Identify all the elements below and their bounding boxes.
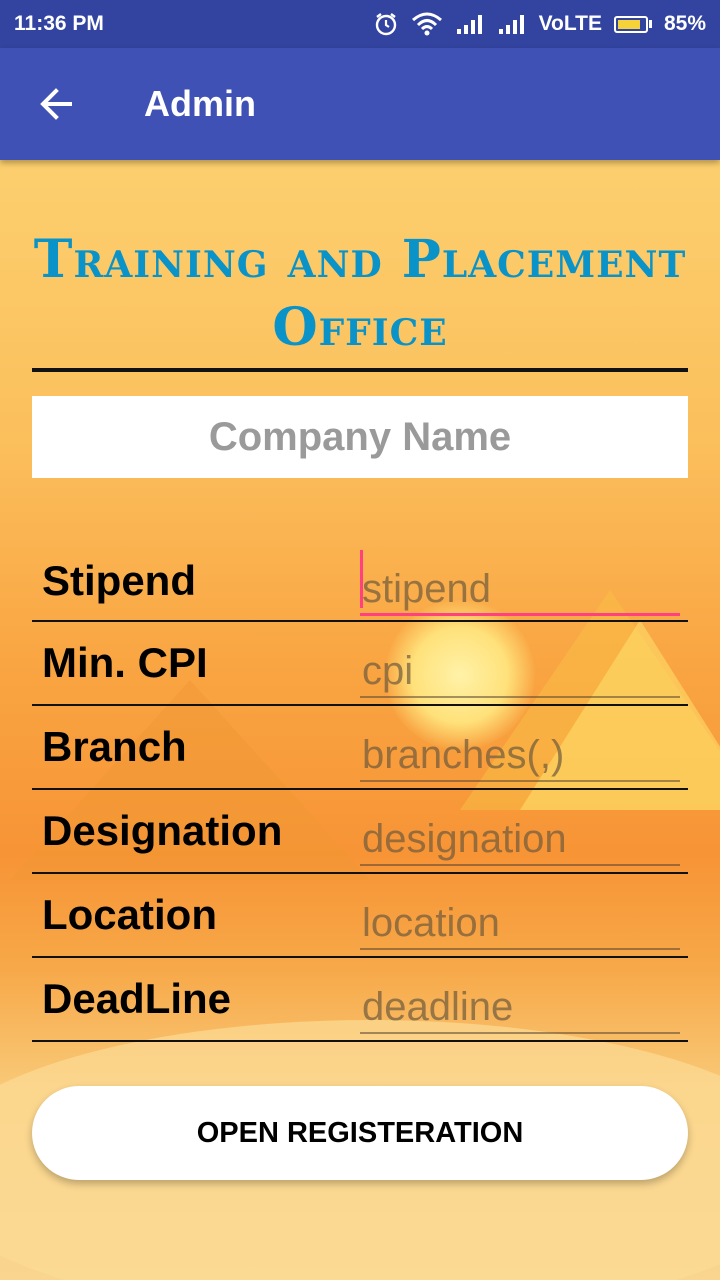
back-button[interactable] [0, 48, 112, 160]
stipend-row: Stipend [32, 542, 688, 622]
battery-percent: 85% [663, 12, 706, 35]
status-icons: VoLTE 85% [373, 11, 706, 37]
branch-field [360, 712, 680, 782]
battery-icon [613, 15, 652, 33]
input-underline [360, 613, 680, 616]
arrow-left-icon [40, 88, 72, 120]
network-label: VoLTE [538, 12, 602, 35]
stipend-field [360, 546, 680, 616]
designation-field [360, 796, 680, 866]
location-field [360, 880, 680, 950]
title-divider [32, 368, 688, 372]
stipend-label: Stipend [42, 557, 196, 604]
input-underline [360, 864, 680, 866]
stipend-input[interactable] [360, 567, 680, 612]
branch-row: Branch [32, 706, 688, 790]
input-underline [360, 780, 680, 782]
branch-label: Branch [42, 723, 187, 770]
min-cpi-row: Min. CPI [32, 622, 688, 706]
deadline-label: DeadLine [42, 975, 232, 1022]
text-cursor [360, 550, 363, 608]
battery-fill [617, 19, 641, 29]
min-cpi-label: Min. CPI [42, 639, 208, 686]
deadline-field [360, 964, 680, 1034]
status-bar: 11:36 PM VoLTE 85% [0, 0, 720, 48]
company-name-box [32, 396, 688, 478]
alarm-icon [373, 11, 399, 37]
input-underline [360, 948, 680, 950]
input-underline [360, 1032, 680, 1034]
deadline-row: DeadLine [32, 958, 688, 1042]
signal-icon [455, 13, 485, 35]
app-bar: Admin [0, 48, 720, 160]
branches-input[interactable] [360, 733, 680, 778]
designation-input[interactable] [360, 817, 680, 862]
wifi-icon [411, 12, 443, 36]
location-label: Location [42, 891, 217, 938]
cpi-input[interactable] [360, 649, 680, 694]
min-cpi-field [360, 628, 680, 698]
designation-label: Designation [42, 807, 283, 854]
input-underline [360, 696, 680, 698]
location-row: Location [32, 874, 688, 958]
field-rows: Stipend Min. CPI Branch Designation [32, 542, 688, 1042]
designation-row: Designation [32, 790, 688, 874]
company-name-input[interactable] [32, 414, 688, 460]
open-registration-button[interactable]: OPEN REGISTERATION [32, 1086, 688, 1180]
deadline-input[interactable] [360, 985, 680, 1030]
page-title: Training and Placement Office [33, 229, 687, 358]
status-time: 11:36 PM [14, 12, 104, 35]
location-input[interactable] [360, 901, 680, 946]
app-title: Admin [144, 83, 256, 124]
registration-form: Training and Placement Office Stipend Mi… [32, 160, 688, 1042]
signal-icon [497, 13, 527, 35]
